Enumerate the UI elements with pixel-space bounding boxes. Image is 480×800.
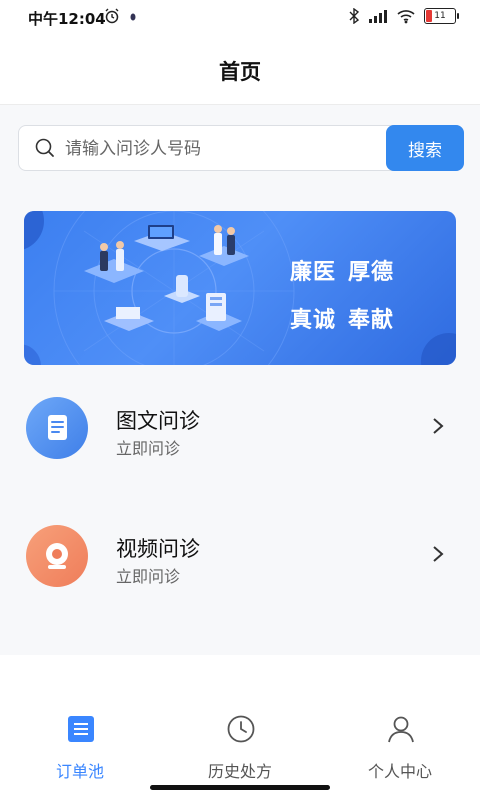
tab-profile[interactable]: 个人中心	[340, 714, 460, 784]
bluetooth-icon	[349, 8, 360, 24]
notification-dot-icon	[130, 13, 136, 21]
slogan-text: 真诚	[290, 308, 337, 333]
service-title: 视频问诊	[116, 537, 200, 561]
service-item-image-text[interactable]: 图文问诊 立即问诊	[0, 375, 480, 475]
search-bar: 搜索	[18, 125, 464, 172]
chevron-right-icon	[433, 546, 444, 562]
camera-icon	[26, 525, 88, 587]
search-button[interactable]: 搜索	[386, 125, 464, 171]
tab-label: 历史处方	[207, 762, 272, 781]
status-time: 中午12:04	[28, 10, 106, 28]
document-icon	[26, 397, 88, 459]
battery-level: 11	[434, 11, 446, 21]
slogan-text: 奉献	[348, 308, 395, 333]
tab-label: 个人中心	[367, 762, 432, 781]
service-item-video[interactable]: 视频问诊 立即问诊	[0, 503, 480, 603]
tab-history-prescription[interactable]: 历史处方	[180, 714, 300, 784]
banner[interactable]: 廉医 厚德真诚 奉献	[24, 211, 456, 365]
alarm-icon	[105, 8, 119, 24]
search-input[interactable]	[63, 126, 387, 172]
clock-icon	[227, 715, 255, 743]
slogan-text: 廉医	[290, 260, 337, 285]
wifi-icon	[397, 10, 415, 24]
tab-order-pool[interactable]: 订单池	[20, 714, 140, 784]
banner-slogan: 廉医 厚德真诚 奉献	[290, 249, 430, 345]
search-icon	[35, 138, 54, 157]
service-subtitle: 立即问诊	[116, 439, 181, 458]
tab-label: 订单池	[55, 762, 104, 781]
service-title: 图文问诊	[116, 409, 200, 433]
home-indicator[interactable]	[150, 785, 330, 790]
page-title: 首页	[219, 60, 261, 84]
battery-icon: 11	[424, 8, 459, 24]
header: 首页	[0, 36, 480, 105]
service-subtitle: 立即问诊	[116, 567, 181, 586]
signal-icon	[369, 10, 387, 23]
slogan-text: 厚德	[348, 260, 395, 285]
status-bar: 中午12:04 11	[0, 0, 480, 36]
list-icon	[68, 716, 94, 742]
chevron-right-icon	[433, 418, 444, 434]
main-content: 搜索	[0, 105, 480, 655]
person-icon	[388, 716, 414, 743]
